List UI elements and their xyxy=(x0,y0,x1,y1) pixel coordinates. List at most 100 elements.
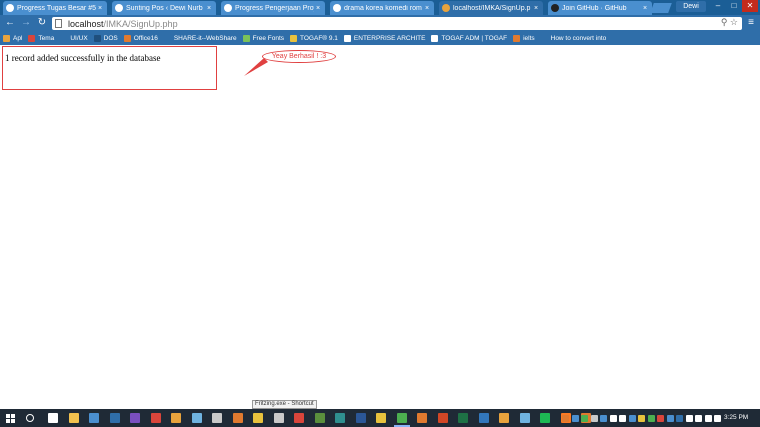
bookmark-star-icon[interactable]: ☆ xyxy=(730,17,738,27)
tray-bracket-icon[interactable] xyxy=(685,415,693,422)
profile-button[interactable]: Dewi xyxy=(676,1,706,12)
maximize-button[interactable]: □ xyxy=(726,0,742,12)
zoom-icon[interactable]: ⚲ xyxy=(721,17,728,27)
tray-ie-icon[interactable] xyxy=(600,415,607,422)
minimize-button[interactable]: – xyxy=(710,0,726,12)
browser-tab[interactable]: Sunting Pos ‹ Dewi Nurb × xyxy=(112,1,216,15)
tab-title: localhost/IMKA/SignUp.p xyxy=(453,4,531,12)
powerpoint-icon[interactable] xyxy=(437,413,448,423)
tab-close-icon[interactable]: × xyxy=(425,5,431,12)
bookmark-item[interactable]: Tema xyxy=(28,35,54,42)
bookmark-label: ENTERPRISE ARCHITE xyxy=(353,35,426,42)
outlook-icon[interactable] xyxy=(109,413,120,423)
togaf-icon xyxy=(290,35,298,42)
bookmark-label: Office16 xyxy=(133,35,158,42)
uiux-icon xyxy=(60,35,68,42)
bookmark-item[interactable]: Office16 xyxy=(123,35,158,42)
bookmark-item[interactable]: DOS xyxy=(93,35,118,42)
app-gear-icon[interactable] xyxy=(212,413,222,423)
tray-cloud-icon[interactable] xyxy=(590,415,598,422)
browser-tab[interactable]: drama korea komedi rom × xyxy=(330,1,434,15)
foxit-icon[interactable] xyxy=(294,413,304,423)
network-icon[interactable] xyxy=(695,415,702,422)
browser-tab[interactable]: Progress Tugas Besar #5 × xyxy=(3,1,107,15)
task-view-icon[interactable] xyxy=(48,413,58,423)
new-tab-button[interactable] xyxy=(650,3,672,13)
file-explorer-icon[interactable] xyxy=(68,413,79,423)
browser-toolbar: ← → ↻ localhost /IMKA/SignUp.php ⚲ ☆ ≡ xyxy=(0,15,760,32)
desktop: Progress Tugas Besar #5 × Sunting Pos ‹ De… xyxy=(0,0,760,427)
bookmark-item[interactable]: ENTERPRISE ARCHITE xyxy=(343,35,426,42)
windows-start-icon[interactable] xyxy=(6,414,15,423)
bookmark-label: How to convert into xyxy=(550,35,607,42)
tray-red-icon[interactable] xyxy=(657,415,664,422)
tab-close-icon[interactable]: × xyxy=(643,5,649,12)
battery-icon[interactable] xyxy=(714,415,721,422)
annotation-bubble: Yeay Berhasil ! :3 xyxy=(262,50,336,63)
tab-title: Progress Tugas Besar #5 xyxy=(17,4,96,12)
excel-icon[interactable] xyxy=(458,413,468,423)
taskbar-tooltip: Fritzing.exe - Shortcut xyxy=(252,400,317,409)
bookmark-item[interactable]: UI/UX xyxy=(60,35,88,42)
close-button[interactable]: ✕ xyxy=(742,0,758,12)
volume-icon[interactable] xyxy=(704,415,712,422)
bookmark-item[interactable]: TOGAF® 9.1 xyxy=(290,35,338,42)
bookmark-item[interactable]: Apl xyxy=(3,35,22,42)
app-colorful-icon[interactable] xyxy=(376,413,386,423)
tray-s-icon[interactable] xyxy=(571,415,579,422)
publisher-icon[interactable] xyxy=(335,413,345,423)
app-pen-icon[interactable] xyxy=(171,413,181,423)
bookmark-item[interactable]: TOGAF ADM | TOGAF xyxy=(431,35,507,42)
calculator-icon[interactable] xyxy=(273,413,284,423)
cortana-search-icon[interactable] xyxy=(26,414,34,422)
store-icon[interactable] xyxy=(89,413,99,423)
bookmark-item[interactable]: Free Fonts xyxy=(242,35,284,42)
tab-strip: Progress Tugas Besar #5 × Sunting Pos ‹ De… xyxy=(0,0,760,15)
tray-s2-icon[interactable] xyxy=(666,415,674,422)
app-edit-icon[interactable] xyxy=(253,413,263,423)
tab-close-icon[interactable]: × xyxy=(207,5,213,12)
bluetooth-icon[interactable] xyxy=(619,415,626,422)
address-bar[interactable]: localhost /IMKA/SignUp.php ⚲ ☆ xyxy=(52,17,742,30)
app-orange-icon[interactable] xyxy=(499,413,509,423)
edge-icon[interactable] xyxy=(478,413,489,423)
tab-title: drama korea komedi rom xyxy=(344,4,422,12)
notepad-icon[interactable] xyxy=(191,413,202,423)
wordpress-icon xyxy=(431,35,439,42)
app-grid-icon[interactable] xyxy=(314,413,325,423)
tab-close-icon[interactable]: × xyxy=(316,5,322,12)
tray-chat-icon[interactable] xyxy=(628,415,636,422)
page-content xyxy=(0,45,760,408)
forward-button[interactable]: → xyxy=(20,17,32,29)
sublime-icon[interactable] xyxy=(417,413,427,423)
app-red-icon[interactable] xyxy=(150,413,161,423)
reload-button[interactable]: ↻ xyxy=(36,17,48,29)
back-button[interactable]: ← xyxy=(4,17,16,29)
reload-icon: ↻ xyxy=(37,17,47,28)
word-icon[interactable] xyxy=(355,413,366,423)
browser-tab[interactable]: Join GitHub · GitHub × xyxy=(548,1,652,15)
paint-icon[interactable] xyxy=(519,413,530,423)
chrome-menu-icon[interactable]: ≡ xyxy=(746,18,756,28)
omnibox-actions: ⚲ ☆ xyxy=(721,17,738,28)
tray-green-icon[interactable] xyxy=(647,415,655,422)
visual-studio-icon[interactable] xyxy=(130,413,140,423)
tray-drive-icon[interactable] xyxy=(581,415,588,422)
tray-blue-icon[interactable] xyxy=(676,415,683,422)
bookmark-item[interactable]: ielts xyxy=(513,35,535,42)
chrome-icon[interactable] xyxy=(396,413,407,423)
spotify-icon[interactable] xyxy=(540,413,550,423)
bookmark-label: TOGAF® 9.1 xyxy=(300,35,338,42)
tray-app-icon[interactable] xyxy=(562,415,569,422)
browser-tab[interactable]: localhost/IMKA/SignUp.p × xyxy=(439,1,543,15)
bookmark-item[interactable]: SHARE-it--WebShare xyxy=(163,35,237,42)
browser-tab[interactable]: Progress Pengerjaan Proy × xyxy=(221,1,325,15)
tab-close-icon[interactable]: × xyxy=(98,5,104,12)
tray-yellow-icon[interactable] xyxy=(638,415,645,422)
app-circle-icon[interactable] xyxy=(232,413,243,423)
clock[interactable]: 3:25 PM xyxy=(724,414,748,421)
font-icon xyxy=(242,35,250,42)
tab-close-icon[interactable]: × xyxy=(534,5,540,12)
bookmark-item[interactable]: How to convert into xyxy=(540,35,607,42)
tray-shield-icon[interactable] xyxy=(609,415,617,422)
